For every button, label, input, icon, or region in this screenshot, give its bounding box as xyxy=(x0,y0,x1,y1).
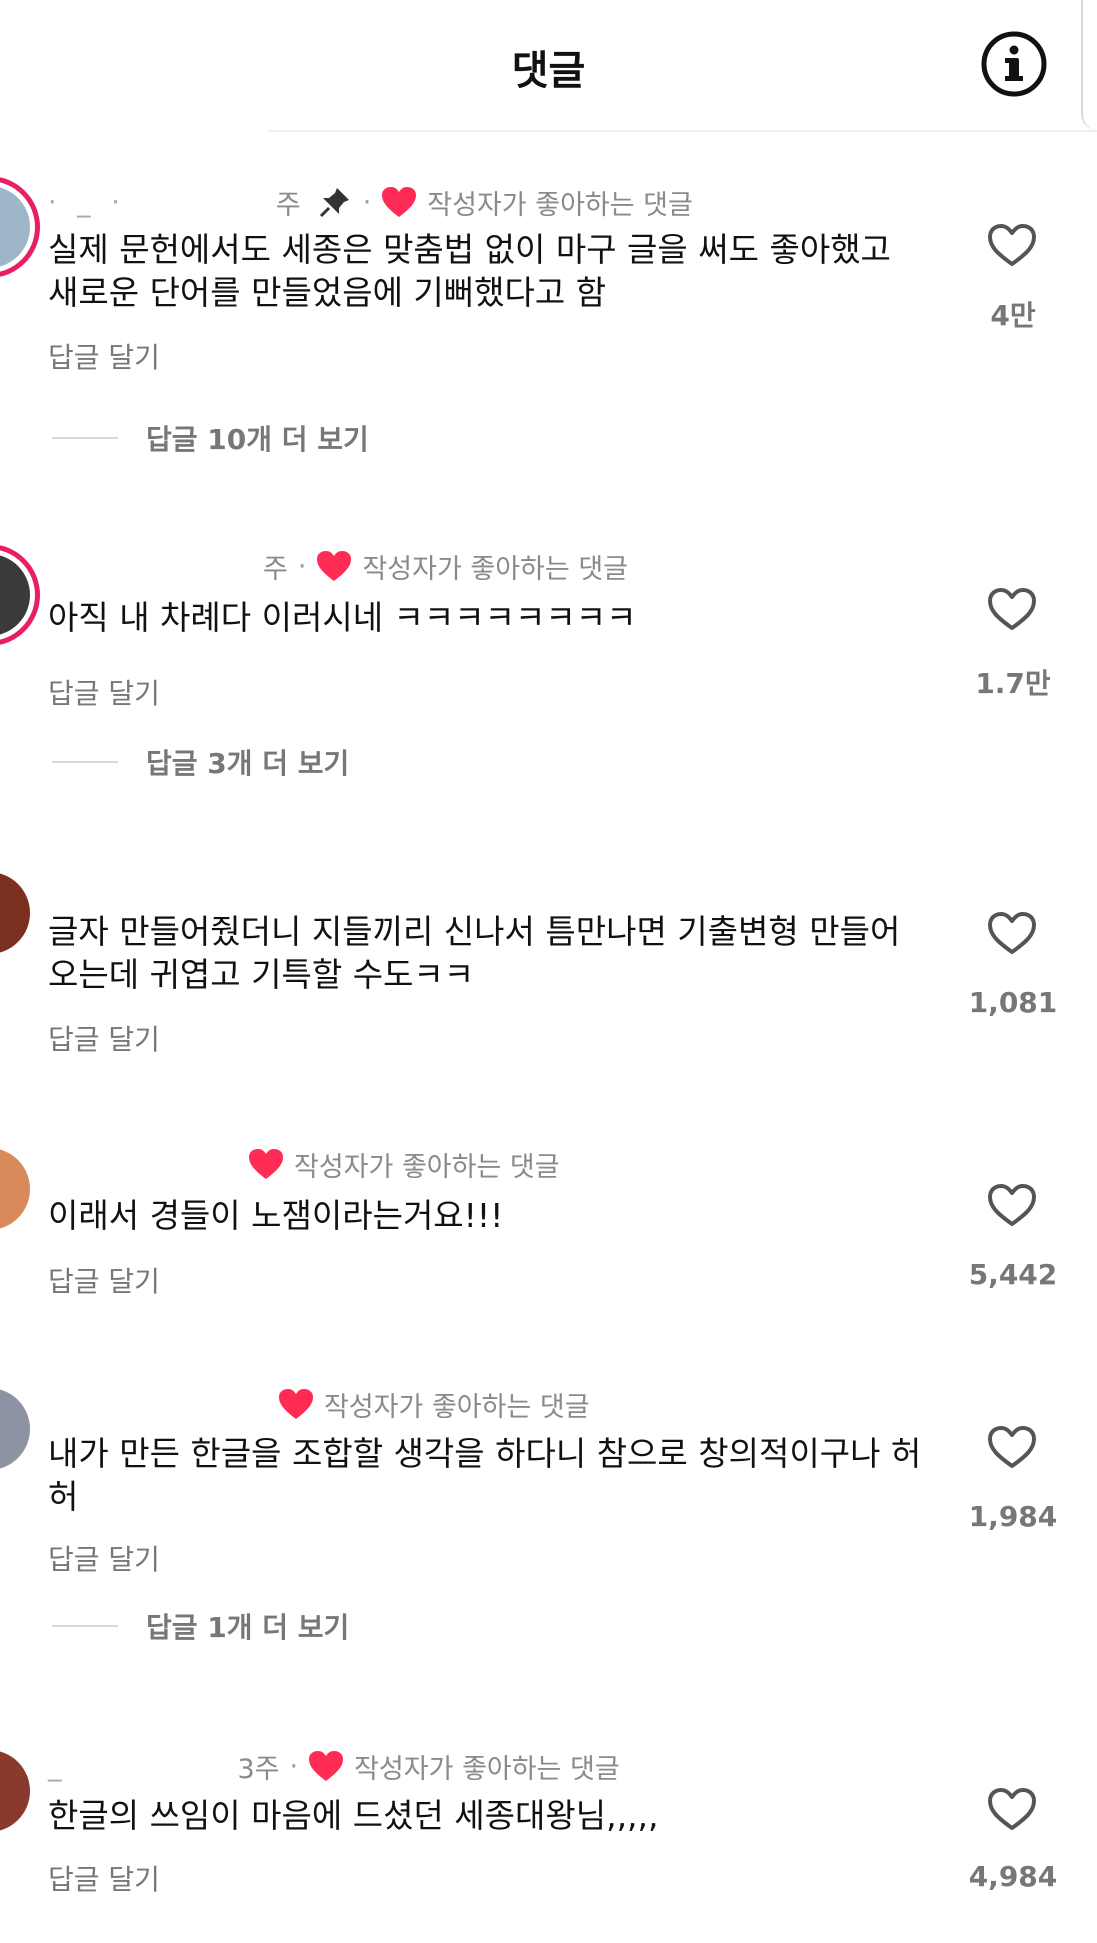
comment-text: 한글의 쓰임이 마음에 드셨던 세종대왕님,,,,, xyxy=(48,1796,659,1835)
creator-liked-label: 작성자가 좋아하는 댓글 xyxy=(324,1391,590,1423)
comment-text: 글자 만들어줬더니 지들끼리 신나서 틈만나면 기출변형 만들어 오는데 귀엽고… xyxy=(48,912,901,994)
view-more-replies-label: 답글 3개 더 보기 xyxy=(146,747,350,780)
header-divider xyxy=(268,130,1097,132)
comment-time: 주 xyxy=(263,553,288,585)
reply-button[interactable]: 답글 달기 xyxy=(48,1260,160,1300)
divider-line xyxy=(52,1625,118,1627)
sheet-edge xyxy=(1081,0,1097,130)
page-title: 댓글 xyxy=(511,48,586,94)
like-count: 1,081 xyxy=(968,986,1058,1019)
like-heart-icon[interactable] xyxy=(986,222,1038,268)
like-heart-icon[interactable] xyxy=(986,1182,1038,1228)
like-heart-icon[interactable] xyxy=(986,910,1038,956)
separator-dot: · xyxy=(297,550,307,582)
heart-icon xyxy=(382,187,417,217)
comment-meta: _ 3주 · 작성자가 좋아하는 댓글 xyxy=(48,1746,620,1786)
view-more-replies[interactable]: 답글 1개 더 보기 xyxy=(52,1606,349,1646)
divider-line xyxy=(52,761,118,763)
creator-liked-label: 작성자가 좋아하는 댓글 xyxy=(362,553,629,585)
creator-liked-label: 작성자가 좋아하는 댓글 xyxy=(427,189,693,221)
reply-button[interactable]: 답글 달기 xyxy=(48,672,160,712)
like-heart-icon[interactable] xyxy=(986,1786,1038,1832)
creator-liked-label: 작성자가 좋아하는 댓글 xyxy=(354,1753,620,1785)
creator-liked-label: 작성자가 좋아하는 댓글 xyxy=(294,1151,560,1183)
comment-time: 3주 xyxy=(237,1753,280,1785)
comment-text: 실제 문헌에서도 세종은 맞춤법 없이 마구 글을 써도 좋아했고 새로운 단어… xyxy=(48,230,891,312)
avatar[interactable] xyxy=(0,1750,30,1832)
like-count: 4,984 xyxy=(968,1860,1058,1893)
avatar[interactable] xyxy=(0,554,30,636)
avatar[interactable] xyxy=(0,872,30,954)
pin-icon xyxy=(319,188,349,218)
like-heart-icon[interactable] xyxy=(986,1424,1038,1470)
reply-button[interactable]: 답글 달기 xyxy=(48,336,160,376)
username[interactable]: · _ · xyxy=(48,187,126,218)
comment-time: 주 xyxy=(275,189,301,221)
reply-button[interactable]: 답글 달기 xyxy=(48,1538,160,1578)
avatar[interactable] xyxy=(0,1388,30,1470)
like-heart-icon[interactable] xyxy=(986,586,1038,632)
comment-text: 내가 만든 한글을 조합할 생각을 하다니 참으로 창의적이구나 허허 xyxy=(48,1434,922,1516)
separator-dot: · xyxy=(362,186,372,218)
view-more-replies-label: 답글 10개 더 보기 xyxy=(146,423,369,456)
reply-button[interactable]: 답글 달기 xyxy=(48,1018,160,1058)
reply-button[interactable]: 답글 달기 xyxy=(48,1858,160,1898)
header: 댓글 xyxy=(0,0,1097,132)
comment-meta: · _ · 주 · 작성자가 좋아하는 댓글 xyxy=(48,182,693,222)
like-count: 1.7만 xyxy=(975,667,1051,700)
like-count: 1,984 xyxy=(968,1500,1058,1533)
view-more-replies[interactable]: 답글 3개 더 보기 xyxy=(52,742,349,782)
heart-icon xyxy=(309,1751,344,1781)
heart-icon xyxy=(249,1149,283,1179)
avatar[interactable] xyxy=(0,1148,30,1230)
username[interactable]: _ xyxy=(48,1751,68,1782)
info-icon[interactable] xyxy=(980,30,1048,98)
comment-text: 아직 내 차례다 이러시네 ㅋㅋㅋㅋㅋㅋㅋㅋ xyxy=(48,598,637,637)
divider-line xyxy=(52,437,118,439)
avatar[interactable] xyxy=(0,186,30,268)
like-count: 4만 xyxy=(990,299,1036,332)
comment-text: 이래서 경들이 노잼이라는거요!!! xyxy=(48,1196,504,1235)
view-more-replies[interactable]: 답글 10개 더 보기 xyxy=(52,418,369,458)
separator-dot: · xyxy=(289,1750,299,1782)
comment-meta: 주 · 작성자가 좋아하는 댓글 xyxy=(48,546,628,586)
comment-meta: 작성자가 좋아하는 댓글 xyxy=(48,1144,560,1184)
like-count: 5,442 xyxy=(968,1258,1058,1291)
heart-icon xyxy=(279,1389,313,1419)
heart-icon xyxy=(317,551,352,581)
view-more-replies-label: 답글 1개 더 보기 xyxy=(146,1611,350,1644)
comment-meta: 작성자가 좋아하는 댓글 xyxy=(48,1384,590,1424)
